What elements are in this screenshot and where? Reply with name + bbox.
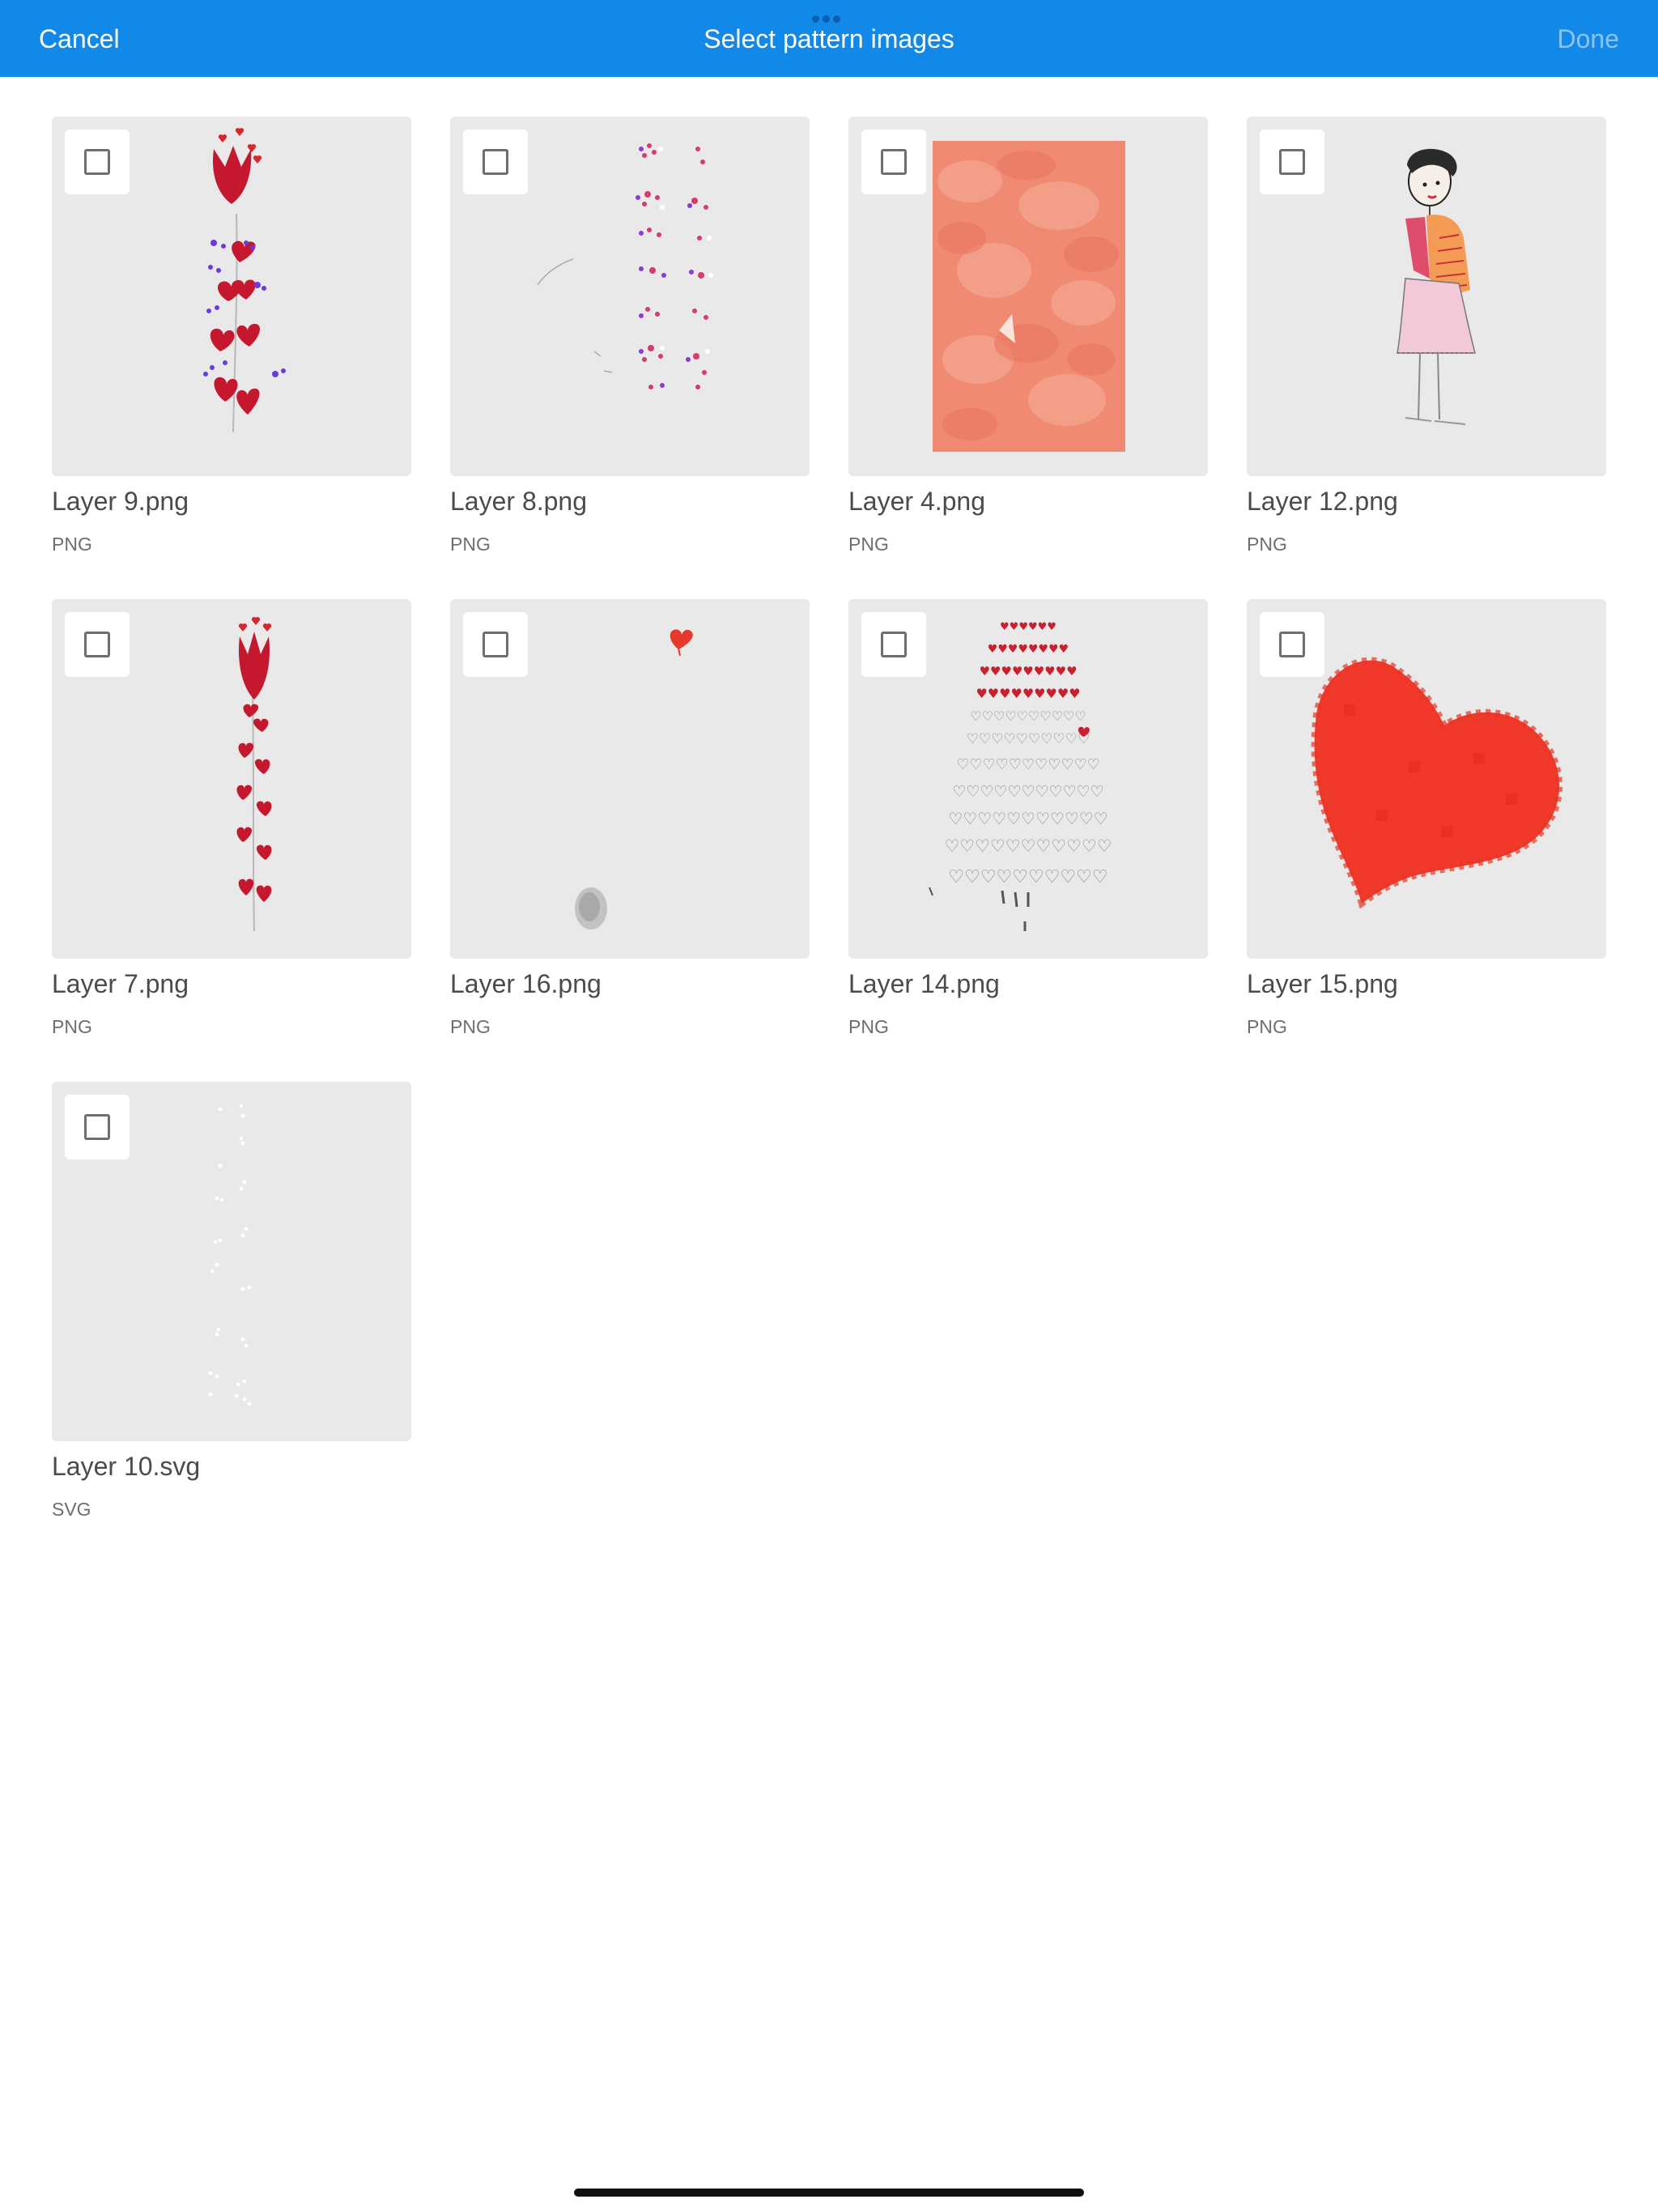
image-card[interactable]: Layer 10.svg SVG bbox=[52, 1082, 411, 1564]
checkbox-icon bbox=[483, 632, 508, 657]
svg-text:♡♡♡♡♡♡♡♡♡♡: ♡♡♡♡♡♡♡♡♡♡ bbox=[970, 708, 1086, 724]
image-card[interactable]: ♥♥♥♥♥♥ ♥♥♥♥♥♥♥♥ ♥♥♥♥♥♥♥♥♥ ♥♥♥♥♥♥♥♥♥ ♡♡♡♡… bbox=[848, 599, 1208, 1082]
checkbox-icon bbox=[881, 149, 907, 175]
image-thumbnail[interactable] bbox=[52, 117, 411, 476]
svg-text:♥♥♥♥♥♥♥♥♥: ♥♥♥♥♥♥♥♥♥ bbox=[979, 664, 1077, 678]
image-name: Layer 14.png bbox=[848, 969, 1000, 998]
image-type: PNG bbox=[52, 1016, 92, 1037]
image-name: Layer 8.png bbox=[450, 487, 588, 516]
svg-text:♡♡♡♡♡♡♡♡♡♡♡: ♡♡♡♡♡♡♡♡♡♡♡ bbox=[948, 809, 1107, 828]
checkbox-icon bbox=[1279, 149, 1305, 175]
svg-text:♡♡♡♡♡♡♡♡♡♡: ♡♡♡♡♡♡♡♡♡♡ bbox=[948, 867, 1107, 887]
checkbox-icon bbox=[881, 632, 907, 657]
checkbox-icon bbox=[483, 149, 508, 175]
select-checkbox[interactable] bbox=[861, 612, 926, 677]
select-checkbox[interactable] bbox=[463, 612, 528, 677]
image-thumbnail[interactable] bbox=[1247, 599, 1606, 959]
image-type: PNG bbox=[450, 1016, 491, 1037]
checkbox-icon bbox=[1279, 632, 1305, 657]
image-type: PNG bbox=[52, 534, 92, 555]
svg-text:♥♥♥♥♥♥♥♥: ♥♥♥♥♥♥♥♥ bbox=[988, 643, 1069, 656]
image-name: Layer 10.svg bbox=[52, 1452, 201, 1481]
svg-text:♥♥♥♥♥♥♥♥♥: ♥♥♥♥♥♥♥♥♥ bbox=[976, 686, 1080, 701]
svg-text:♡♡♡♡♡♡♡♡♡♡♡: ♡♡♡♡♡♡♡♡♡♡♡ bbox=[956, 756, 1100, 773]
image-thumbnail[interactable] bbox=[52, 599, 411, 959]
image-type: PNG bbox=[848, 534, 889, 555]
home-indicator[interactable] bbox=[574, 2189, 1084, 2197]
image-type: PNG bbox=[1247, 534, 1287, 555]
cancel-button[interactable]: Cancel bbox=[39, 23, 120, 55]
done-button[interactable]: Done bbox=[1558, 23, 1620, 55]
image-type: SVG bbox=[52, 1499, 91, 1520]
svg-text:♡♡♡♡♡♡♡♡♡♡♡: ♡♡♡♡♡♡♡♡♡♡♡ bbox=[944, 836, 1112, 856]
image-card[interactable]: Layer 15.png PNG bbox=[1247, 599, 1606, 1082]
image-type: PNG bbox=[848, 1016, 889, 1037]
checkbox-icon bbox=[84, 1114, 110, 1140]
image-thumbnail[interactable]: ♥♥♥♥♥♥ ♥♥♥♥♥♥♥♥ ♥♥♥♥♥♥♥♥♥ ♥♥♥♥♥♥♥♥♥ ♡♡♡♡… bbox=[848, 599, 1208, 959]
image-thumbnail[interactable] bbox=[1247, 117, 1606, 476]
page-title: Select pattern images bbox=[704, 24, 954, 53]
image-card[interactable]: Layer 16.png PNG bbox=[450, 599, 810, 1082]
svg-text:♡♡♡♡♡♡♡♡♡♡♡: ♡♡♡♡♡♡♡♡♡♡♡ bbox=[952, 783, 1103, 801]
image-card[interactable]: Layer 12.png PNG bbox=[1247, 117, 1606, 599]
checkbox-icon bbox=[84, 632, 110, 657]
image-name: Layer 7.png bbox=[52, 969, 189, 998]
drag-handle-icon[interactable] bbox=[812, 15, 840, 23]
image-thumbnail[interactable] bbox=[848, 117, 1208, 476]
checkbox-icon bbox=[84, 149, 110, 175]
select-checkbox[interactable] bbox=[65, 130, 130, 194]
select-checkbox[interactable] bbox=[861, 130, 926, 194]
image-name: Layer 12.png bbox=[1247, 487, 1398, 516]
select-checkbox[interactable] bbox=[1260, 130, 1324, 194]
image-grid: Layer 9.png PNG Layer 8.png PNG Layer 4.… bbox=[52, 117, 1606, 1564]
select-checkbox[interactable] bbox=[1260, 612, 1324, 677]
select-checkbox[interactable] bbox=[463, 130, 528, 194]
image-card[interactable]: Layer 4.png PNG bbox=[848, 117, 1208, 599]
image-thumbnail[interactable] bbox=[450, 117, 810, 476]
svg-text:♡♡♡♡♡♡♡♡♡♡: ♡♡♡♡♡♡♡♡♡♡ bbox=[967, 731, 1090, 747]
image-name: Layer 4.png bbox=[848, 487, 986, 516]
image-thumbnail[interactable] bbox=[450, 599, 810, 959]
image-type: PNG bbox=[450, 534, 491, 555]
header-bar: Cancel Select pattern images Done bbox=[0, 0, 1658, 77]
image-card[interactable]: Layer 8.png PNG bbox=[450, 117, 810, 599]
image-type: PNG bbox=[1247, 1016, 1287, 1037]
image-card[interactable]: Layer 7.png PNG bbox=[52, 599, 411, 1082]
image-name: Layer 15.png bbox=[1247, 969, 1398, 998]
image-name: Layer 9.png bbox=[52, 487, 189, 516]
image-thumbnail[interactable] bbox=[52, 1082, 411, 1441]
select-checkbox[interactable] bbox=[65, 612, 130, 677]
image-name: Layer 16.png bbox=[450, 969, 602, 998]
image-card[interactable]: Layer 9.png PNG bbox=[52, 117, 411, 599]
select-checkbox[interactable] bbox=[65, 1095, 130, 1159]
svg-text:♥♥♥♥♥♥: ♥♥♥♥♥♥ bbox=[1000, 621, 1056, 633]
